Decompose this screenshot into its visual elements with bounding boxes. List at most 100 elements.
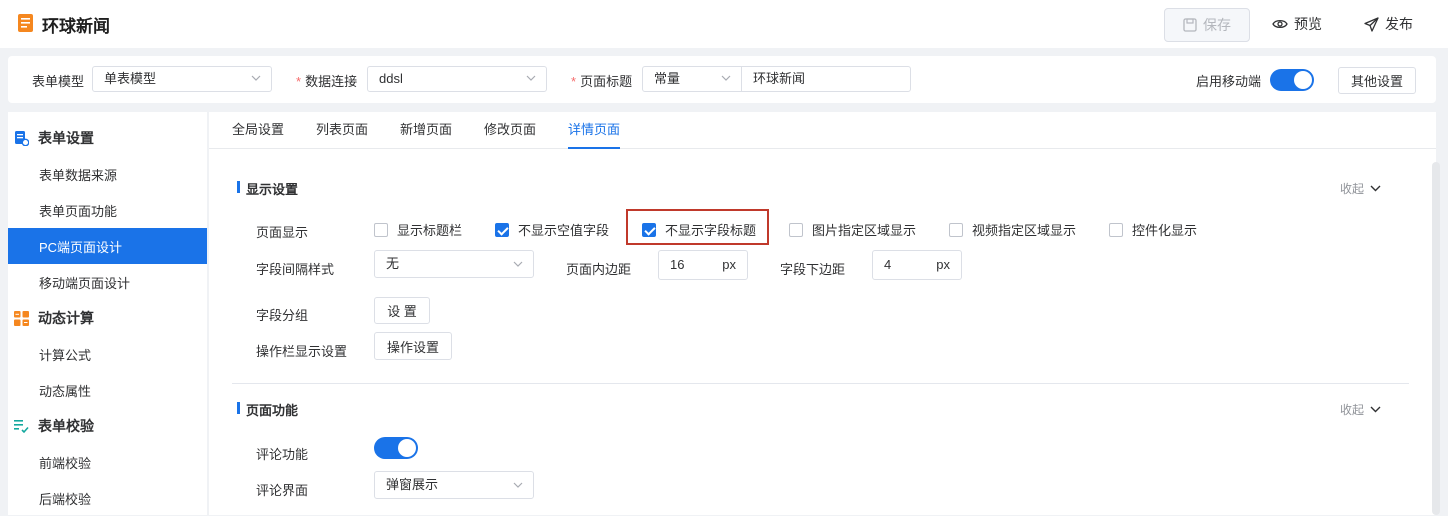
- form-model-select[interactable]: 单表模型: [92, 66, 272, 92]
- sidebar-group-label: 动态计算: [38, 310, 94, 326]
- sidebar-group-validation: 表单校验: [8, 408, 207, 444]
- display-collapse-toggle[interactable]: 收起: [1340, 180, 1381, 197]
- function-collapse-toggle[interactable]: 收起: [1340, 401, 1381, 418]
- spacing-style-select[interactable]: 无: [374, 250, 534, 278]
- collapse-label: 收起: [1340, 182, 1365, 196]
- display-section-title: 显示设置: [237, 179, 298, 198]
- function-section-title: 页面功能: [237, 400, 298, 419]
- comment-toggle[interactable]: [374, 437, 418, 459]
- collapse-label: 收起: [1340, 403, 1365, 417]
- mobile-toggle[interactable]: [1270, 69, 1314, 91]
- field-group-label: 字段分组: [256, 308, 309, 323]
- checkbox-box: [949, 222, 963, 237]
- spacing-style-label: 字段间隔样式: [256, 262, 335, 277]
- page-title-input[interactable]: 环球新闻: [741, 66, 911, 92]
- sidebar: 表单设置 表单数据来源 表单页面功能 PC端页面设计 移动端页面设计 动态计算 …: [8, 112, 207, 515]
- document-icon: [18, 14, 33, 32]
- page-title-label: * 页面标题: [571, 74, 633, 89]
- config-bar: 表单模型 单表模型 * 数据连接 ddsl * 页面标题 常量 环球新闻 启用移动端…: [8, 56, 1436, 103]
- field-margin-value: 4: [884, 257, 892, 272]
- tab-detail[interactable]: 详情页面: [568, 112, 621, 149]
- page-title-type-select[interactable]: 常量: [642, 66, 742, 92]
- checklist-icon: [14, 419, 29, 433]
- comment-ui-select[interactable]: 弹窗展示: [374, 471, 534, 499]
- chevron-down-icon: [251, 75, 261, 81]
- sidebar-item-dynamic-attr[interactable]: 动态属性: [8, 372, 207, 408]
- sidebar-group-form-settings: 表单设置: [8, 120, 207, 156]
- sidebar-item-backend-validation[interactable]: 后端校验: [8, 480, 207, 516]
- checkbox-box-checked: [495, 222, 509, 237]
- preview-label: 预览: [1294, 16, 1322, 32]
- spacing-style-value: 无: [386, 256, 400, 271]
- comment-ui-value: 弹窗展示: [386, 477, 439, 492]
- calculator-icon: [14, 310, 29, 326]
- send-icon: [1364, 16, 1379, 32]
- data-conn-label: * 数据连接: [296, 74, 358, 89]
- app-title: 环球新闻: [42, 17, 110, 36]
- other-settings-button[interactable]: 其他设置: [1338, 67, 1416, 94]
- checkbox-label: 视频指定区域显示: [972, 223, 1077, 238]
- save-icon: [1183, 18, 1197, 32]
- highlight-box: [626, 209, 769, 245]
- action-bar-label: 操作栏显示设置: [256, 344, 348, 359]
- field-margin-label: 字段下边距: [780, 262, 846, 277]
- unit-label: px: [936, 257, 950, 272]
- chevron-down-icon: [1370, 406, 1381, 413]
- checkbox-hide-empty-fields[interactable]: 不显示空值字段: [495, 220, 609, 239]
- sidebar-item-page-function[interactable]: 表单页面功能: [8, 192, 207, 228]
- chevron-down-icon: [513, 261, 523, 267]
- chevron-down-icon: [513, 482, 523, 488]
- comment-ui-label: 评论界面: [256, 483, 309, 498]
- publish-label: 发布: [1385, 16, 1413, 32]
- tab-edit[interactable]: 修改页面: [484, 112, 536, 148]
- checkbox-label: 不显示空值字段: [518, 223, 610, 238]
- scrollbar[interactable]: [1432, 162, 1440, 515]
- checkbox-show-title-bar[interactable]: 显示标题栏: [374, 220, 462, 239]
- comment-function-label: 评论功能: [256, 447, 309, 462]
- form-model-label: 表单模型: [32, 74, 85, 89]
- section-divider: [232, 383, 1409, 384]
- page-display-label: 页面显示: [256, 225, 309, 240]
- checkbox-box: [1109, 222, 1123, 237]
- sidebar-item-data-source[interactable]: 表单数据来源: [8, 156, 207, 192]
- data-conn-select[interactable]: ddsl: [367, 66, 547, 92]
- chevron-down-icon: [526, 75, 536, 81]
- checkbox-box: [789, 222, 803, 237]
- checkbox-box: [374, 222, 388, 237]
- checkbox-image-area[interactable]: 图片指定区域显示: [789, 220, 916, 239]
- page-title-type-value: 常量: [654, 71, 681, 86]
- page-padding-input[interactable]: 16 px: [658, 250, 748, 280]
- checkbox-label: 控件化显示: [1132, 223, 1198, 238]
- publish-button[interactable]: 发布: [1364, 8, 1413, 40]
- top-bar: 环球新闻 保存 预览 发布: [0, 0, 1448, 48]
- sidebar-item-mobile-design[interactable]: 移动端页面设计: [8, 264, 207, 300]
- preview-button[interactable]: 预览: [1272, 8, 1322, 40]
- sidebar-item-formula[interactable]: 计算公式: [8, 336, 207, 372]
- checkbox-label: 图片指定区域显示: [812, 223, 917, 238]
- sidebar-item-pc-design[interactable]: PC端页面设计: [8, 228, 207, 264]
- data-conn-value: ddsl: [379, 71, 403, 86]
- save-button[interactable]: 保存: [1164, 8, 1250, 42]
- tab-list[interactable]: 列表页面: [316, 112, 368, 148]
- action-settings-button[interactable]: 操作设置: [374, 332, 452, 360]
- sidebar-group-dynamic-calc: 动态计算: [8, 300, 207, 336]
- tab-global[interactable]: 全局设置: [232, 112, 284, 148]
- tab-bar: 全局设置 列表页面 新增页面 修改页面 详情页面: [209, 112, 1436, 149]
- checkbox-video-area[interactable]: 视频指定区域显示: [949, 220, 1076, 239]
- tab-add[interactable]: 新增页面: [400, 112, 452, 148]
- checkbox-label: 显示标题栏: [397, 223, 463, 238]
- field-group-settings-button[interactable]: 设 置: [374, 297, 430, 324]
- field-margin-input[interactable]: 4 px: [872, 250, 962, 280]
- page-padding-label: 页面内边距: [566, 262, 632, 277]
- unit-label: px: [722, 257, 736, 272]
- page-padding-value: 16: [670, 257, 685, 272]
- checkbox-control-display[interactable]: 控件化显示: [1109, 220, 1197, 239]
- save-label: 保存: [1203, 17, 1231, 33]
- form-settings-icon: [15, 130, 29, 146]
- chevron-down-icon: [721, 75, 731, 81]
- eye-icon: [1272, 19, 1288, 29]
- sidebar-group-label: 表单设置: [38, 130, 94, 146]
- form-model-value: 单表模型: [104, 71, 157, 86]
- sidebar-item-frontend-validation[interactable]: 前端校验: [8, 444, 207, 480]
- chevron-down-icon: [1370, 185, 1381, 192]
